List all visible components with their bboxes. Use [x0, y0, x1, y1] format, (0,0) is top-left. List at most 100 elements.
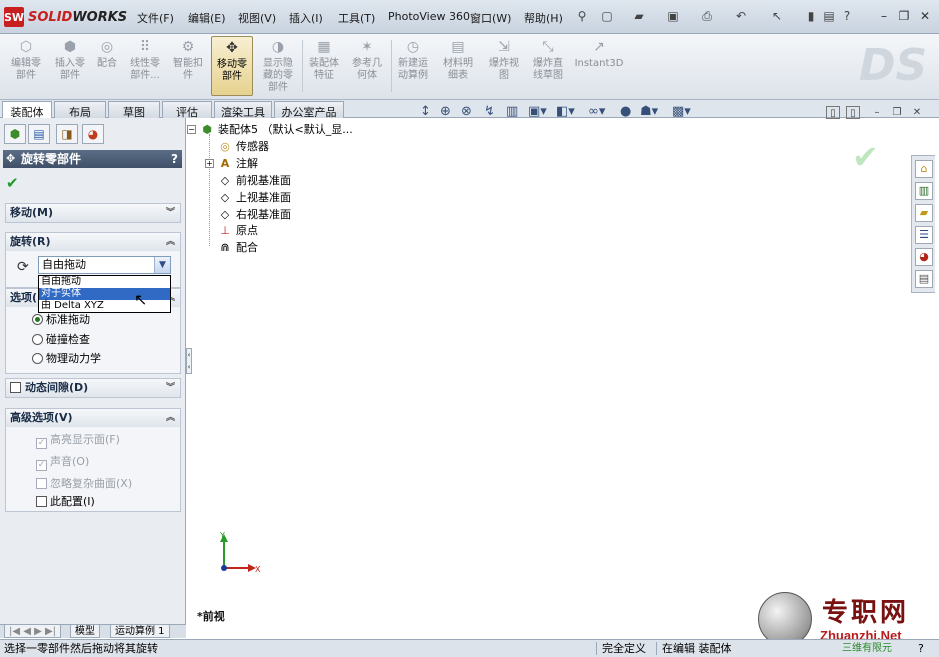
tab-layout[interactable]: 布局	[54, 101, 106, 119]
minimize-icon[interactable]: –	[876, 8, 892, 24]
view-settings-icon[interactable]: ▩▾	[672, 104, 691, 119]
scroll-tabs-icon[interactable]: |◀ ◀ ▶ ▶|	[4, 625, 62, 638]
previous-view-icon[interactable]: ↕	[420, 104, 431, 119]
tab-sketch[interactable]: 草图	[108, 101, 160, 119]
rotate-mode-select[interactable]: 自由拖动 ▼	[38, 256, 171, 274]
viewport-minimize-icon[interactable]: –	[870, 106, 884, 119]
ok-button[interactable]: ✔	[6, 174, 19, 192]
move-component-button[interactable]: ✥ 移动零 部件	[211, 36, 253, 96]
advanced-options-header[interactable]: 高级选项(V) ︽	[6, 409, 180, 427]
status-help-button[interactable]: ?	[918, 640, 924, 657]
zoom-area-icon[interactable]: ⊗	[461, 104, 472, 119]
menu-photoview[interactable]: PhotoView 360	[388, 10, 470, 23]
menu-file[interactable]: 文件(F)	[137, 10, 174, 26]
pm-help-button[interactable]: ?	[171, 150, 178, 168]
collapse-tree-icon[interactable]: −	[187, 125, 196, 134]
chevron-down-icon[interactable]: ▼	[154, 257, 170, 273]
open-folder-icon[interactable]: ▰	[632, 9, 646, 23]
viewport-icon[interactable]: ▯	[826, 106, 840, 119]
file-explorer-icon[interactable]: ▰	[915, 204, 933, 222]
property-manager-tab-icon[interactable]: ▤	[28, 124, 50, 144]
zoom-fit-icon[interactable]: ⊕	[440, 104, 451, 119]
tree-item-right-plane[interactable]: ◇ 右视基准面	[218, 207, 291, 223]
explode-line-sketch-button[interactable]: ⤡ 爆炸直 线草图	[527, 36, 569, 96]
rotate-group-header[interactable]: 旋转(R) ︽	[6, 233, 180, 251]
linear-pattern-button[interactable]: ⠿ 线性零 部件...	[124, 36, 166, 96]
options-icon[interactable]: ▤	[822, 9, 836, 23]
edit-component-button[interactable]: ⬡ 编辑零 部件	[6, 36, 46, 96]
view-palette-icon[interactable]: ☰	[915, 226, 933, 244]
menu-help[interactable]: 帮助(H)	[524, 10, 563, 26]
tab-motion-study[interactable]: 运动算例 1	[110, 625, 170, 638]
radio-physical-dynamics[interactable]: 物理动力学	[32, 350, 101, 366]
panel-splitter[interactable]: ‹ ‹	[186, 348, 192, 374]
feature-manager-tab-icon[interactable]: ⬢	[4, 124, 26, 144]
menu-edit[interactable]: 编辑(E)	[188, 10, 226, 26]
radio-standard-drag[interactable]: 标准拖动	[32, 311, 90, 327]
menu-insert[interactable]: 插入(I)	[289, 10, 323, 26]
tree-item-front-plane[interactable]: ◇ 前视基准面	[218, 173, 291, 189]
tree-item-mates[interactable]: ⋒ 配合	[218, 240, 258, 256]
checkbox-this-configuration[interactable]: 此配置(I)	[36, 493, 95, 509]
pin-icon[interactable]: ⚲	[575, 9, 589, 23]
move-group-header[interactable]: 移动(M) ︾	[6, 204, 180, 222]
print-icon[interactable]: ⎙	[700, 9, 714, 23]
tree-item-origin[interactable]: ⊥ 原点	[218, 223, 258, 239]
new-motion-study-button[interactable]: ◷ 新建运 动算例	[393, 36, 433, 96]
close-icon[interactable]: ✕	[917, 8, 933, 24]
design-library-icon[interactable]: ▥	[915, 182, 933, 200]
bom-button[interactable]: ▤ 材料明 细表	[438, 36, 478, 96]
exploded-view-button[interactable]: ⇲ 爆炸视 图	[484, 36, 524, 96]
dropdown-option-delta-xyz[interactable]: 由 Delta XYZ	[39, 300, 170, 312]
display-style-icon[interactable]: ◧▾	[556, 104, 575, 119]
select-arrow-icon[interactable]: ↖	[770, 9, 784, 23]
restore-icon[interactable]: ❐	[896, 8, 912, 24]
help-icon[interactable]: ?	[840, 9, 854, 23]
rebuild-icon[interactable]: ▮	[804, 9, 818, 23]
menu-window[interactable]: 窗口(W)	[470, 10, 511, 26]
tab-render-tools[interactable]: 渲染工具	[214, 101, 272, 119]
scene-icon[interactable]: ☗▾	[640, 104, 658, 119]
confirmation-corner-ok-icon[interactable]: ✔	[852, 138, 879, 176]
dropdown-option-free-drag[interactable]: 自由拖动	[39, 276, 170, 288]
dynamic-clearance-header[interactable]: 动态间隙(D) ︾	[6, 379, 180, 397]
viewport-split-icon[interactable]: ▯	[846, 106, 860, 119]
display-manager-tab-icon[interactable]: ◕	[82, 124, 104, 144]
menu-view[interactable]: 视图(V)	[238, 10, 276, 26]
show-hidden-button[interactable]: ◑ 显示隐 藏的零 部件	[257, 36, 299, 96]
solidworks-logo[interactable]: SW SOLIDWORKS	[4, 6, 127, 28]
view-orientation-icon[interactable]: ▣▾	[528, 104, 547, 119]
tab-model[interactable]: 模型	[70, 625, 100, 638]
home-icon[interactable]: ⌂	[915, 160, 933, 178]
mate-button[interactable]: ◎ 配合	[92, 36, 122, 96]
assembly-feature-button[interactable]: ▦ 装配体 特征	[304, 36, 344, 96]
custom-properties-icon[interactable]: ▤	[915, 270, 933, 288]
tree-item-top-plane[interactable]: ◇ 上视基准面	[218, 190, 291, 206]
appearance-icon[interactable]: ●	[620, 104, 631, 119]
menu-tools[interactable]: 工具(T)	[338, 10, 375, 26]
tree-item-annotations[interactable]: A 注解	[218, 156, 258, 172]
new-document-icon[interactable]: ▢	[600, 9, 614, 23]
smart-fasteners-button[interactable]: ⚙ 智能扣 件	[168, 36, 208, 96]
appearances-icon[interactable]: ◕	[915, 248, 933, 266]
hide-show-icon[interactable]: ∞▾	[588, 104, 605, 119]
dynamic-clearance-checkbox[interactable]	[10, 382, 21, 393]
save-icon[interactable]: ▣	[666, 9, 680, 23]
tab-assembly[interactable]: 装配体	[2, 101, 52, 119]
instant3d-button[interactable]: ↗ Instant3D	[574, 36, 624, 96]
reference-geometry-button[interactable]: ✶ 参考几 何体	[346, 36, 388, 96]
previous-view-icon[interactable]: ↯	[484, 104, 495, 119]
tab-office-products[interactable]: 办公室产品	[274, 101, 344, 119]
insert-component-button[interactable]: ⬢ 插入零 部件	[50, 36, 90, 96]
section-view-icon[interactable]: ▥	[506, 104, 518, 119]
viewport-close-icon[interactable]: ✕	[910, 106, 924, 119]
configuration-manager-tab-icon[interactable]: ◨	[56, 124, 78, 144]
tree-item-sensors[interactable]: ◎ 传感器	[218, 139, 269, 155]
undo-icon[interactable]: ↶	[734, 9, 748, 23]
expand-tree-icon[interactable]: +	[205, 159, 214, 168]
radio-collision-detection[interactable]: 碰撞检查	[32, 331, 90, 347]
dropdown-option-about-entity[interactable]: 对于实体	[39, 288, 170, 300]
tab-evaluate[interactable]: 评估	[162, 101, 212, 119]
tree-root-assembly[interactable]: ⬢ 装配体5 （默认<默认_显...	[200, 122, 353, 138]
viewport-restore-icon[interactable]: ❐	[890, 106, 904, 119]
